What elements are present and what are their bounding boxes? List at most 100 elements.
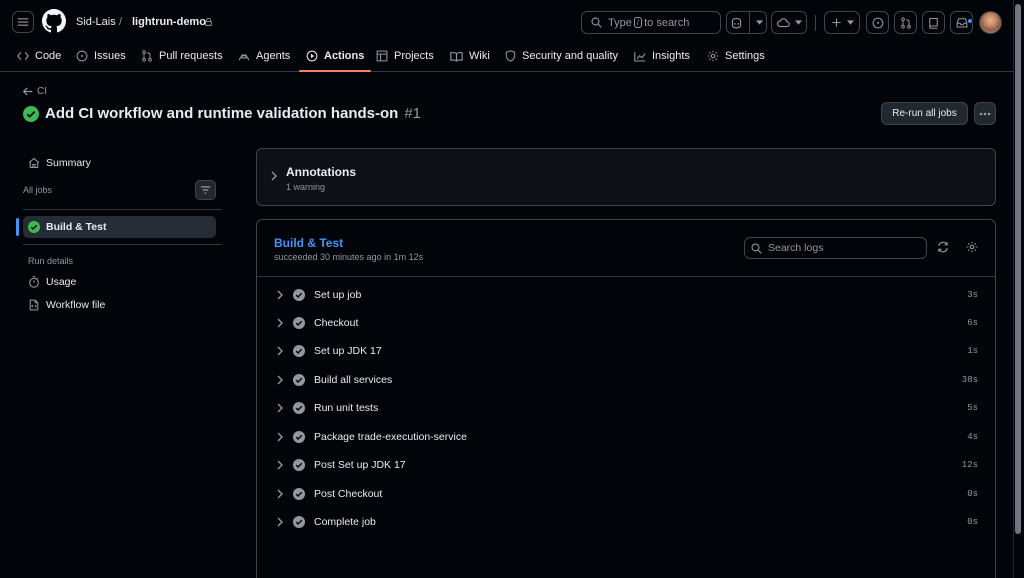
issues-shortcut-button[interactable] (866, 11, 889, 34)
job-step[interactable]: Package trade-execution-service 4s (257, 423, 995, 451)
sidebar-item-label: Build & Test (46, 221, 107, 233)
create-new-button[interactable] (824, 11, 860, 34)
filter-icon (200, 186, 211, 194)
more-options-button[interactable] (974, 102, 996, 125)
tab-agents[interactable]: Agents (238, 40, 290, 72)
job-header: Build & Test succeeded 30 minutes ago in… (257, 220, 995, 277)
repo-icon (929, 17, 938, 29)
table-icon (376, 50, 388, 62)
check-circle-fill-icon (293, 317, 305, 329)
tab-settings[interactable]: Settings (707, 40, 765, 72)
tab-settings-label: Settings (725, 50, 765, 62)
sidebar-item-usage[interactable]: Usage (28, 276, 76, 288)
plus-icon (831, 18, 841, 27)
job-step-name: Checkout (314, 317, 359, 329)
active-job-indicator (16, 218, 19, 236)
gear-icon[interactable] (966, 241, 978, 253)
home-icon (28, 157, 40, 169)
chevron-right-icon (277, 403, 283, 413)
check-circle-fill-icon (293, 488, 305, 500)
header-divider (815, 15, 816, 31)
tab-projects-label: Projects (394, 50, 434, 62)
job-status-text: succeeded 30 minutes ago in 1m 12s (274, 252, 424, 262)
job-title[interactable]: Build & Test (274, 236, 343, 250)
job-step-duration: 0s (967, 489, 978, 499)
tab-issues-label: Issues (94, 50, 126, 62)
issue-opened-icon (76, 50, 88, 62)
repo-name-link[interactable]: lightrun-demo (132, 16, 206, 28)
shield-icon (505, 50, 516, 62)
check-circle-fill-icon (293, 402, 305, 414)
job-step-duration: 12s (961, 460, 978, 470)
job-step[interactable]: Build all services 38s (257, 366, 995, 394)
arrow-left-icon (23, 87, 33, 96)
job-step-duration: 3s (967, 290, 978, 300)
notification-indicator (967, 18, 973, 24)
run-title: Add CI workflow and runtime validation h… (23, 105, 421, 122)
sidebar-item-summary[interactable]: Summary (28, 157, 91, 169)
job-step-name: Set up job (314, 289, 362, 301)
copilot-button[interactable] (726, 11, 767, 34)
search-logs-input[interactable] (768, 242, 918, 254)
annotations-panel[interactable]: Annotations 1 warning (256, 148, 996, 206)
sidebar-item-build-test[interactable]: Build & Test (23, 216, 216, 238)
file-code-icon (29, 299, 39, 311)
tab-issues[interactable]: Issues (76, 40, 126, 72)
job-step[interactable]: Post Checkout 0s (257, 480, 995, 508)
tab-projects[interactable]: Projects (376, 40, 434, 72)
sidebar-item-workflow-file[interactable]: Workflow file (28, 299, 105, 311)
play-icon (306, 50, 318, 62)
codespaces-button[interactable] (771, 11, 807, 34)
menu-button[interactable] (12, 11, 34, 33)
hamburger-icon (17, 18, 29, 26)
tab-wiki[interactable]: Wiki (450, 40, 490, 72)
chevron-right-icon (277, 346, 283, 356)
app-header: Sid-Lais / lightrun-demo Type / to searc… (0, 0, 1024, 72)
sidebar-divider (23, 244, 222, 245)
annotations-title: Annotations (286, 165, 356, 179)
job-step[interactable]: Run unit tests 5s (257, 394, 995, 422)
job-step-name: Complete job (314, 516, 376, 528)
run-title-text: Add CI workflow and runtime validation h… (45, 105, 399, 122)
tab-code[interactable]: Code (17, 40, 61, 72)
tab-actions[interactable]: Actions (298, 40, 372, 72)
page-scrollbar-thumb[interactable] (1015, 4, 1021, 534)
job-step-name: Set up JDK 17 (314, 345, 382, 357)
job-step-name: Run unit tests (314, 402, 379, 414)
agent-icon (238, 53, 250, 60)
back-to-workflow-link[interactable]: CI (23, 86, 47, 97)
global-search-input[interactable]: Type / to search (581, 11, 721, 34)
search-shortcut-key: / (633, 17, 643, 28)
tab-actions-label: Actions (324, 50, 365, 62)
job-step[interactable]: Checkout 6s (257, 309, 995, 337)
git-pull-request-icon (142, 50, 152, 62)
copilot-icon (731, 17, 742, 28)
job-step[interactable]: Post Set up JDK 17 12s (257, 451, 995, 479)
job-step[interactable]: Set up job 3s (257, 281, 995, 309)
tab-security[interactable]: Security and quality (505, 40, 618, 72)
chevron-right-icon (277, 460, 283, 470)
user-avatar[interactable] (979, 11, 1002, 34)
tab-insights[interactable]: Insights (634, 40, 690, 72)
github-logo-icon[interactable] (42, 9, 66, 33)
tab-insights-label: Insights (652, 50, 690, 62)
rerun-all-jobs-button[interactable]: Re-run all jobs (881, 102, 968, 125)
search-logs-field[interactable] (744, 237, 927, 259)
job-step[interactable]: Set up JDK 17 1s (257, 337, 995, 365)
tab-pull-requests-label: Pull requests (159, 50, 223, 62)
chevron-right-icon (277, 318, 283, 328)
filter-jobs-button[interactable] (195, 180, 216, 200)
sidebar-item-label: Summary (46, 157, 91, 169)
job-step[interactable]: Complete job 0s (257, 508, 995, 536)
sidebar-item-label: Usage (46, 276, 77, 288)
pull-requests-shortcut-button[interactable] (894, 11, 917, 34)
repositories-button[interactable] (922, 11, 945, 34)
check-circle-fill-icon (293, 459, 305, 471)
repo-owner-link[interactable]: Sid-Lais (76, 16, 116, 28)
sync-icon[interactable] (937, 241, 949, 253)
global-bar: Sid-Lais / lightrun-demo Type / to searc… (0, 8, 1024, 40)
kebab-horizontal-icon (979, 112, 991, 115)
tab-pull-requests[interactable]: Pull requests (141, 40, 223, 72)
check-circle-fill-icon (293, 516, 305, 528)
chevron-right-icon (277, 517, 283, 527)
